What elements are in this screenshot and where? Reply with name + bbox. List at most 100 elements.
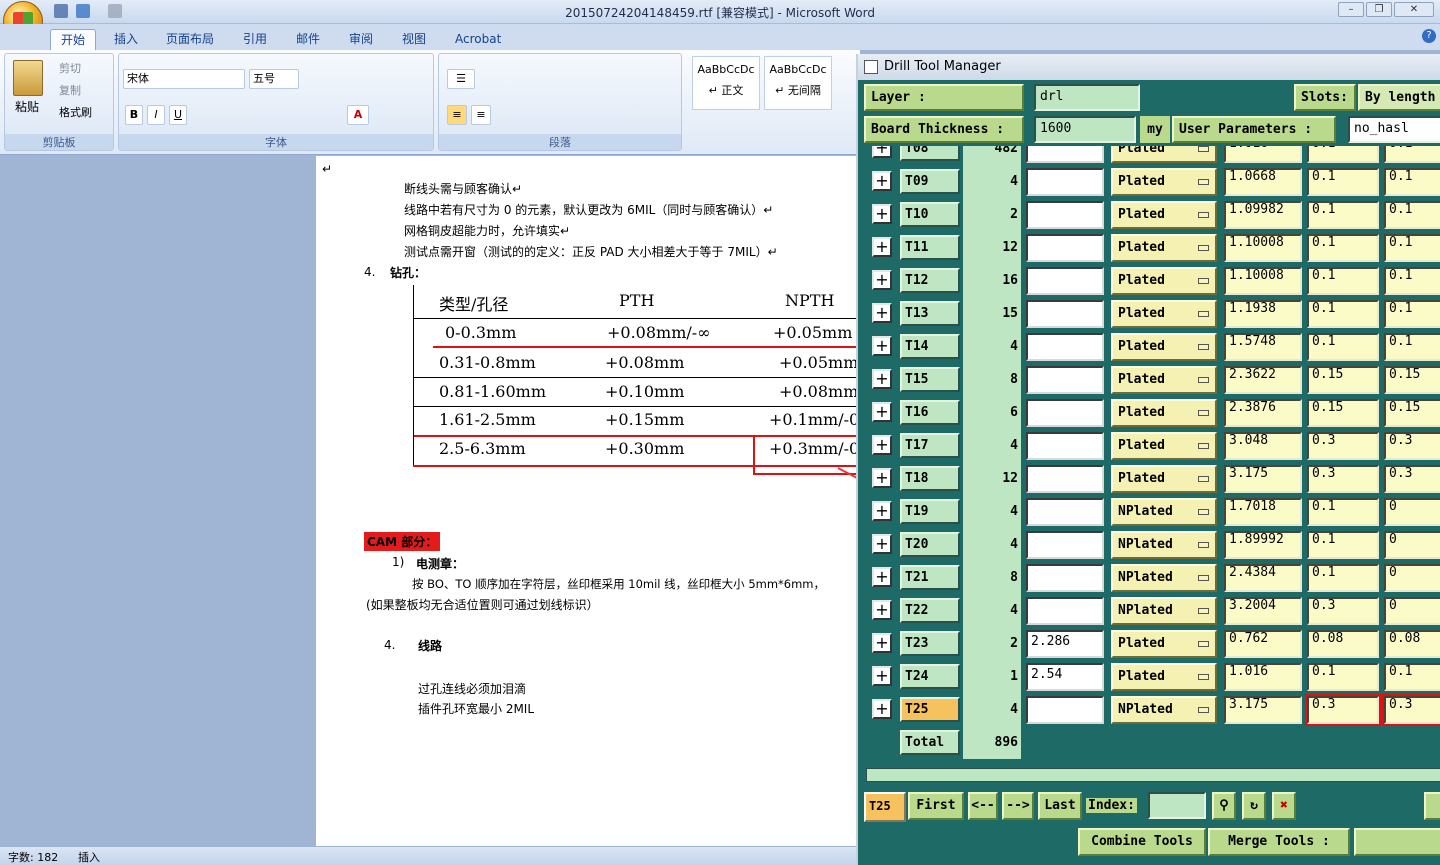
tool-name[interactable]: T23 <box>900 631 960 656</box>
plating-select[interactable]: Plated <box>1111 234 1217 262</box>
tolerance-minus-input[interactable]: 0.15 <box>1384 366 1440 394</box>
tool-row[interactable]: + T14 4 Plated 1.5748 0.1 0.1 <box>866 330 1440 363</box>
horizontal-scrollbar[interactable] <box>866 768 1440 782</box>
tolerance-plus-input[interactable]: 0.3 <box>1305 694 1381 726</box>
maximize-button[interactable]: ❐ <box>1366 2 1392 17</box>
first-button[interactable]: First <box>908 792 964 820</box>
tool-name[interactable]: T25 <box>900 697 960 722</box>
tool-row[interactable]: + T20 4 NPlated 1.89992 0.1 0 <box>866 528 1440 561</box>
plating-select[interactable]: Plated <box>1111 630 1217 658</box>
plating-select[interactable]: Plated <box>1111 366 1217 394</box>
tool-name[interactable]: T19 <box>900 499 960 524</box>
plating-select[interactable]: Plated <box>1111 663 1217 691</box>
help-icon[interactable]: ? <box>1422 29 1436 43</box>
tolerance-plus-input[interactable]: 0.3 <box>1307 597 1379 625</box>
close-button[interactable]: ✕ <box>1394 2 1434 17</box>
tab-references[interactable]: 引用 <box>233 29 277 50</box>
expand-icon[interactable]: + <box>872 468 892 488</box>
plating-select[interactable]: NPlated <box>1111 498 1217 526</box>
tool-row[interactable]: + T11 12 Plated 1.10008 0.1 0.1 <box>866 231 1440 264</box>
tolerance-minus-input[interactable]: 0.3 <box>1384 432 1440 460</box>
drill-size-input[interactable]: 2.3876 <box>1224 399 1302 427</box>
paste-label[interactable]: 粘贴 <box>15 98 39 115</box>
save-icon[interactable] <box>54 4 68 18</box>
style-no-spacing[interactable]: AaBbCcDc ↵ 无间隔 <box>764 56 832 110</box>
tool-name[interactable]: T22 <box>900 598 960 623</box>
plating-select[interactable]: Plated <box>1111 146 1217 163</box>
tolerance-minus-input[interactable]: 0.1 <box>1384 333 1440 361</box>
tool-name[interactable]: T14 <box>900 334 960 359</box>
drill-size-input[interactable]: 1.89992 <box>1224 531 1302 559</box>
finish-size-input[interactable] <box>1026 597 1104 625</box>
drill-size-input[interactable]: 1.10008 <box>1224 234 1302 262</box>
tolerance-minus-input[interactable]: 0.1 <box>1384 168 1440 196</box>
tolerance-minus-input[interactable]: 0.1 <box>1384 300 1440 328</box>
finish-size-input[interactable] <box>1026 498 1104 526</box>
expand-icon[interactable]: + <box>872 204 892 224</box>
tool-name[interactable]: T12 <box>900 268 960 293</box>
drill-size-input[interactable]: 1.09982 <box>1224 201 1302 229</box>
tolerance-minus-input[interactable]: 0.1 <box>1384 201 1440 229</box>
font-size-select[interactable]: 五号 <box>249 69 299 89</box>
expand-icon[interactable]: + <box>872 237 892 257</box>
next-button[interactable]: --> <box>1002 792 1034 820</box>
finish-size-input[interactable] <box>1026 564 1104 592</box>
expand-icon[interactable]: + <box>872 534 892 554</box>
finish-size-input[interactable] <box>1026 168 1104 196</box>
finish-size-input[interactable] <box>1026 201 1104 229</box>
tool-name[interactable]: T11 <box>900 235 960 260</box>
expand-icon[interactable]: + <box>872 633 892 653</box>
merge-tools-button[interactable]: Merge Tools : <box>1208 828 1350 856</box>
delete-icon[interactable]: ✖ <box>1272 792 1296 820</box>
underline-button[interactable]: U <box>169 105 187 125</box>
tolerance-minus-input[interactable]: 0 <box>1384 531 1440 559</box>
finish-size-input[interactable] <box>1026 234 1104 262</box>
board-thickness-input[interactable]: 1600 <box>1034 116 1136 143</box>
expand-icon[interactable]: + <box>872 600 892 620</box>
drill-size-input[interactable]: 1.5748 <box>1224 333 1302 361</box>
tab-review[interactable]: 审阅 <box>339 29 383 50</box>
finish-size-input[interactable] <box>1026 300 1104 328</box>
prev-button[interactable]: <-- <box>968 792 998 820</box>
tool-row[interactable]: + T25 4 NPlated 3.175 0.3 0.3 <box>866 693 1440 726</box>
merge-tools-select[interactable] <box>1354 828 1440 856</box>
drill-size-input[interactable]: 1.0668 <box>1224 168 1302 196</box>
plating-select[interactable]: Plated <box>1111 333 1217 361</box>
drill-size-input[interactable]: 1.016 <box>1224 663 1302 691</box>
tab-mailings[interactable]: 邮件 <box>286 29 330 50</box>
tool-name[interactable]: T13 <box>900 301 960 326</box>
tool-row[interactable]: + T08 482 Plated 1.016 0.1 0.1 <box>866 146 1440 165</box>
undo-icon[interactable] <box>76 4 90 18</box>
tolerance-minus-input[interactable]: 0.3 <box>1382 694 1440 726</box>
tool-row[interactable]: + T19 4 NPlated 1.7018 0.1 0 <box>866 495 1440 528</box>
tool-row[interactable]: + T21 8 NPlated 2.4384 0.1 0 <box>866 561 1440 594</box>
bold-button[interactable]: B <box>125 105 143 125</box>
cut-button[interactable]: 剪切 <box>59 60 81 76</box>
tool-name[interactable]: T08 <box>900 146 960 161</box>
tool-name[interactable]: T10 <box>900 202 960 227</box>
expand-icon[interactable]: + <box>872 567 892 587</box>
tolerance-plus-input[interactable]: 0.1 <box>1307 663 1379 691</box>
layer-input[interactable]: drl <box>1034 84 1140 111</box>
tolerance-plus-input[interactable]: 0.1 <box>1307 234 1379 262</box>
tolerance-minus-input[interactable]: 0 <box>1384 597 1440 625</box>
tool-name[interactable]: T24 <box>900 664 960 689</box>
plating-select[interactable]: Plated <box>1111 465 1217 493</box>
tolerance-plus-input[interactable]: 0.08 <box>1307 630 1379 658</box>
drill-size-input[interactable]: 3.2004 <box>1224 597 1302 625</box>
tolerance-plus-input[interactable]: 0.1 <box>1307 146 1379 163</box>
finish-size-input[interactable] <box>1026 267 1104 295</box>
document-page[interactable]: ↵ 断线头需与顾客确认↵ 线路中若有尺寸为 0 的元素，默认更改为 6MIL（同… <box>316 156 860 846</box>
tolerance-plus-input[interactable]: 0.3 <box>1307 432 1379 460</box>
tolerance-minus-input[interactable]: 0.15 <box>1384 399 1440 427</box>
plating-select[interactable]: Plated <box>1111 300 1217 328</box>
tab-insert[interactable]: 插入 <box>104 29 148 50</box>
tool-row[interactable]: + T24 1 2.54 Plated 1.016 0.1 0.1 <box>866 660 1440 693</box>
tool-name[interactable]: T17 <box>900 433 960 458</box>
drill-size-input[interactable]: 1.016 <box>1224 146 1302 163</box>
tolerance-minus-input[interactable]: 0.1 <box>1384 663 1440 691</box>
index-input[interactable] <box>1148 792 1206 819</box>
tool-name[interactable]: T15 <box>900 367 960 392</box>
drill-size-input[interactable]: 1.1938 <box>1224 300 1302 328</box>
tolerance-plus-input[interactable]: 0.1 <box>1307 300 1379 328</box>
